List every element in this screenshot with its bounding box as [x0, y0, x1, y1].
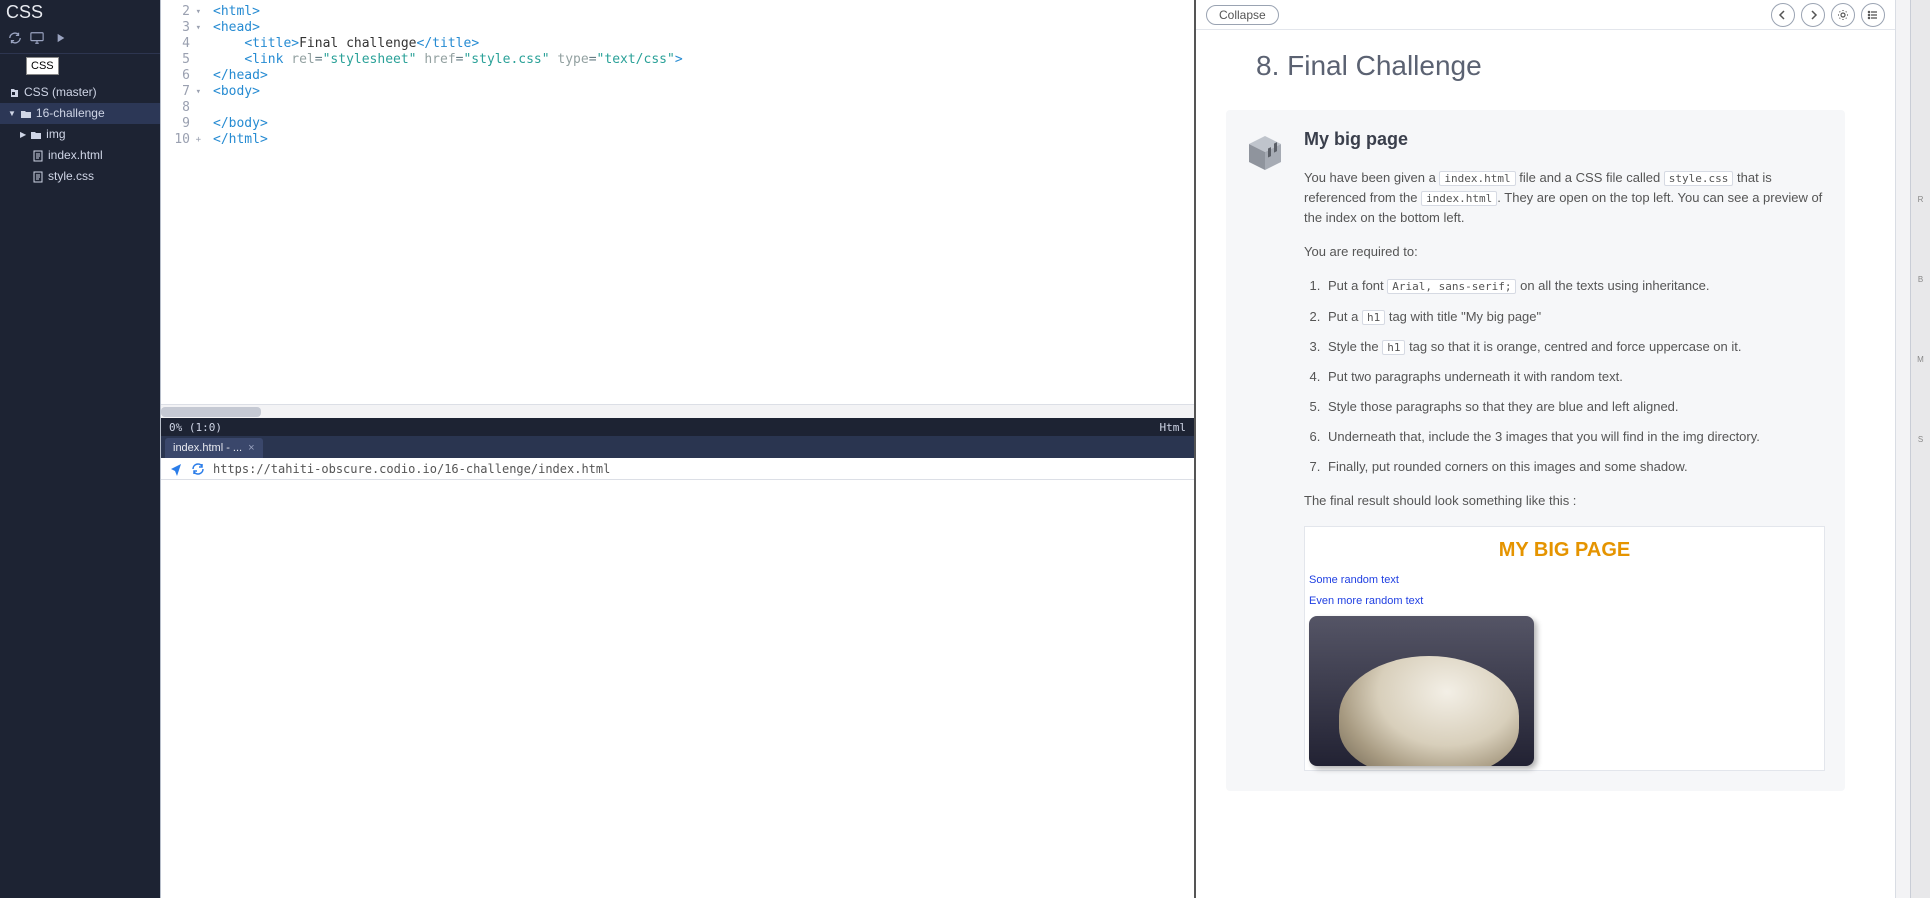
intro-paragraph: You have been given a index.html file an… — [1304, 168, 1825, 228]
sidebar-toolbar: CSS — [0, 27, 160, 54]
tree-file-style[interactable]: style.css — [0, 166, 160, 187]
right-apps-rail[interactable]: RBMS — [1910, 0, 1930, 898]
example-image — [1309, 616, 1534, 766]
tree-folder-label: 16-challenge — [36, 105, 105, 122]
example-paragraph: Some random text — [1305, 570, 1824, 591]
tree-img-label: img — [46, 126, 65, 143]
challenge-card: My big page You have been given a index.… — [1226, 110, 1845, 791]
instructions-body[interactable]: 8. Final Challenge My big page You have … — [1196, 30, 1895, 898]
code-editor[interactable]: 2▾3▾4567▾8910+ <html><head> <title>Final… — [161, 0, 1194, 404]
preview-tab-label: index.html - ... — [173, 442, 242, 454]
preview-pane[interactable] — [161, 480, 1194, 898]
step-item: Finally, put rounded corners on this ima… — [1324, 457, 1825, 477]
step-item: Put a h1 tag with title "My big page" — [1324, 307, 1825, 327]
close-icon[interactable]: × — [248, 442, 254, 454]
play-icon[interactable] — [52, 29, 70, 47]
project-title: CSS — [0, 0, 160, 27]
reload-icon[interactable] — [191, 462, 205, 476]
challenge-icon — [1244, 128, 1286, 791]
instructions-header: Collapse — [1196, 0, 1895, 30]
collapse-button[interactable]: Collapse — [1206, 5, 1279, 25]
prev-button[interactable] — [1771, 3, 1795, 27]
status-language: Html — [1160, 421, 1187, 434]
instructions-nav — [1771, 3, 1885, 27]
inline-code: h1 — [1362, 310, 1385, 325]
next-button[interactable] — [1801, 3, 1825, 27]
tree-index-label: index.html — [48, 147, 103, 164]
instructions-v-scrollbar[interactable] — [1896, 0, 1910, 898]
file-tree: CSS (master) ▼ 16-challenge ▶ img index.… — [0, 54, 160, 187]
inline-code: h1 — [1382, 340, 1405, 355]
example-output: MY BIG PAGE Some random text Even more r… — [1304, 526, 1825, 771]
location-icon[interactable] — [169, 462, 183, 476]
instructions-panel: Collapse 8. Final Challenge — [1196, 0, 1896, 898]
example-title: MY BIG PAGE — [1305, 527, 1824, 570]
example-paragraph: Even more random text — [1305, 591, 1824, 612]
toc-button[interactable] — [1861, 3, 1885, 27]
monitor-icon[interactable] — [28, 29, 46, 47]
status-position: 0% (1:0) — [169, 421, 222, 434]
preview-tabbar: index.html - ... × — [161, 436, 1194, 458]
tree-folder-challenge[interactable]: ▼ 16-challenge — [0, 103, 160, 124]
editor-h-scrollbar[interactable] — [161, 404, 1194, 418]
tree-style-label: style.css — [48, 168, 94, 185]
tree-root[interactable]: CSS (master) — [0, 82, 160, 103]
inline-code: index.html — [1439, 171, 1515, 186]
required-label: You are required to: — [1304, 242, 1825, 262]
step-item: Put a font Arial, sans-serif; on all the… — [1324, 276, 1825, 296]
step-item: Style those paragraphs so that they are … — [1324, 397, 1825, 417]
inline-code: Arial, sans-serif; — [1387, 279, 1516, 294]
inline-code: style.css — [1664, 171, 1734, 186]
step-item: Put two paragraphs underneath it with ra… — [1324, 367, 1825, 387]
preview-url[interactable]: https://tahiti-obscure.codio.io/16-chall… — [213, 462, 1186, 476]
editor-gutter: 2▾3▾4567▾8910+ — [161, 0, 209, 404]
tree-file-index[interactable]: index.html — [0, 145, 160, 166]
tree-folder-img[interactable]: ▶ img — [0, 124, 160, 145]
page-title: 8. Final Challenge — [1256, 50, 1845, 82]
step-item: Style the h1 tag so that it is orange, c… — [1324, 337, 1825, 357]
preview-tab[interactable]: index.html - ... × — [165, 438, 263, 458]
inline-code: index.html — [1421, 191, 1497, 206]
middle-column: 2▾3▾4567▾8910+ <html><head> <title>Final… — [160, 0, 1196, 898]
preview-url-bar: https://tahiti-obscure.codio.io/16-chall… — [161, 458, 1194, 480]
step-item: Underneath that, include the 3 images th… — [1324, 427, 1825, 447]
editor-code[interactable]: <html><head> <title>Final challenge</tit… — [209, 0, 1194, 404]
tooltip: CSS — [26, 57, 59, 75]
card-title: My big page — [1304, 126, 1825, 154]
settings-button[interactable] — [1831, 3, 1855, 27]
sidebar: CSS CSS CSS (master) ▼ 16-challenge ▶ im… — [0, 0, 160, 898]
tree-root-label: CSS (master) — [24, 84, 97, 101]
refresh-icon[interactable] — [6, 29, 24, 47]
editor-status-bar: 0% (1:0) Html — [161, 418, 1194, 436]
final-label: The final result should look something l… — [1304, 491, 1825, 511]
steps-list: Put a font Arial, sans-serif; on all the… — [1324, 276, 1825, 477]
